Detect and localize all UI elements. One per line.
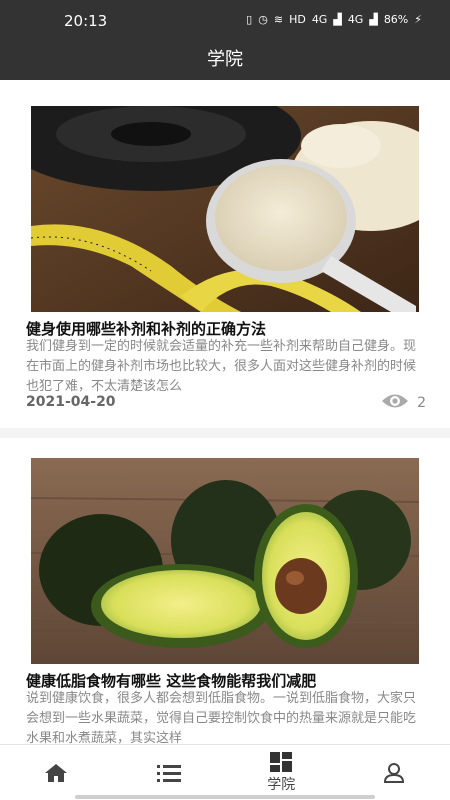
tab-bar: 学院 bbox=[0, 744, 450, 800]
article-description: 我们健身到一定的时候就会适量的补充一些补剂来帮助自己健身。现在市面上的健身补剂市… bbox=[26, 339, 417, 394]
page-title: 学院 bbox=[207, 49, 243, 70]
home-icon bbox=[43, 762, 69, 784]
grid-icon bbox=[269, 751, 293, 774]
article-list[interactable]: 健身使用哪些补剂和补剂的正确方法 我们健身到一定的时候就会适量的补充一些补剂来帮… bbox=[0, 80, 450, 744]
protein-powder-image[interactable] bbox=[31, 106, 419, 312]
view-count-value: 2 bbox=[417, 395, 426, 411]
article-date: 2021-04-20 bbox=[26, 394, 116, 410]
tab-academy-label: 学院 bbox=[267, 776, 296, 793]
article-description: 说到健康饮食，很多人都会想到低脂食物。一说到低脂食物，大家只会想到一些水果蔬菜，… bbox=[26, 691, 417, 744]
header: 学院 bbox=[0, 42, 450, 80]
status-bar: 20:13 ▯ ◷ ≋ HD 4G ▟ 4G ▟ 86% ⚡ bbox=[0, 0, 450, 42]
signal-icon: ▟ bbox=[333, 13, 342, 26]
list-icon bbox=[156, 763, 182, 783]
wifi-icon: ≋ bbox=[273, 13, 284, 26]
tab-academy[interactable]: 学院 bbox=[225, 745, 338, 800]
tab-home[interactable] bbox=[0, 745, 113, 800]
tab-list[interactable] bbox=[113, 745, 226, 800]
status-time: 20:13 bbox=[64, 12, 108, 30]
network-type: HD bbox=[289, 13, 306, 26]
tab-profile[interactable] bbox=[338, 745, 450, 800]
signal-2-label: 4G bbox=[347, 13, 364, 26]
eye-icon bbox=[381, 392, 409, 414]
view-count: 2 bbox=[381, 392, 426, 414]
article-card[interactable]: 健身使用哪些补剂和补剂的正确方法 我们健身到一定的时候就会适量的补充一些补剂来帮… bbox=[0, 80, 450, 428]
status-icons: ▯ ◷ ≋ HD 4G ▟ 4G ▟ 86% ⚡ bbox=[246, 13, 422, 26]
article-title[interactable]: 健身使用哪些补剂和补剂的正确方法 bbox=[26, 318, 426, 339]
signal-1-label: 4G bbox=[311, 13, 328, 26]
battery-level: 86% bbox=[383, 13, 409, 26]
avocado-image[interactable] bbox=[31, 458, 419, 664]
home-indicator bbox=[75, 795, 375, 799]
alarm-icon: ◷ bbox=[258, 13, 268, 26]
signal-icon: ▟ bbox=[369, 13, 378, 26]
user-icon bbox=[383, 762, 405, 784]
vibrate-icon: ▯ bbox=[246, 13, 253, 26]
article-card[interactable]: 健康低脂食物有哪些 这些食物能帮我们减肥 说到健康饮食，很多人都会想到低脂食物。… bbox=[0, 438, 450, 744]
charging-icon: ⚡ bbox=[414, 13, 422, 26]
article-title[interactable]: 健康低脂食物有哪些 这些食物能帮我们减肥 bbox=[26, 670, 426, 691]
